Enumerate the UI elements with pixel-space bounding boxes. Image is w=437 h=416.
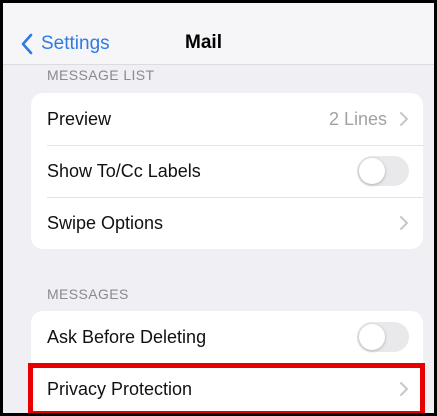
privacy-protection-label: Privacy Protection: [47, 378, 193, 399]
show-to-cc-labels-label: Show To/Cc Labels: [47, 160, 201, 181]
page-title: Mail: [185, 32, 222, 53]
preview-value: 2 Lines: [328, 108, 387, 129]
swipe-options-label: Swipe Options: [47, 212, 164, 233]
show-to-cc-labels-row: Show To/Cc Labels: [31, 145, 423, 197]
chevron-right-icon: [400, 216, 408, 230]
privacy-protection-row[interactable]: Privacy Protection: [31, 363, 423, 413]
section-header-message-list: MESSAGE LIST: [47, 67, 155, 83]
swipe-options-row[interactable]: Swipe Options: [31, 197, 423, 249]
navigation-bar: Settings Mail: [3, 3, 434, 65]
chevron-right-icon: [400, 382, 408, 396]
ask-before-deleting-row: Ask Before Deleting: [31, 311, 423, 363]
toggle-knob: [359, 324, 385, 350]
mail-settings-screen: Settings Mail MESSAGE LIST Preview 2 Lin…: [0, 0, 437, 416]
toggle-knob: [359, 158, 385, 184]
ask-before-deleting-toggle[interactable]: [357, 322, 409, 352]
show-to-cc-labels-toggle[interactable]: [357, 156, 409, 186]
chevron-right-icon: [400, 112, 408, 126]
messages-group: Ask Before Deleting Privacy Protection: [31, 311, 423, 413]
section-header-messages: MESSAGES: [47, 286, 129, 302]
ask-before-deleting-label: Ask Before Deleting: [47, 326, 207, 347]
preview-row[interactable]: Preview 2 Lines: [31, 93, 423, 145]
preview-label: Preview: [47, 108, 112, 129]
message-list-group: Preview 2 Lines Show To/Cc Labels Swipe …: [31, 93, 423, 249]
